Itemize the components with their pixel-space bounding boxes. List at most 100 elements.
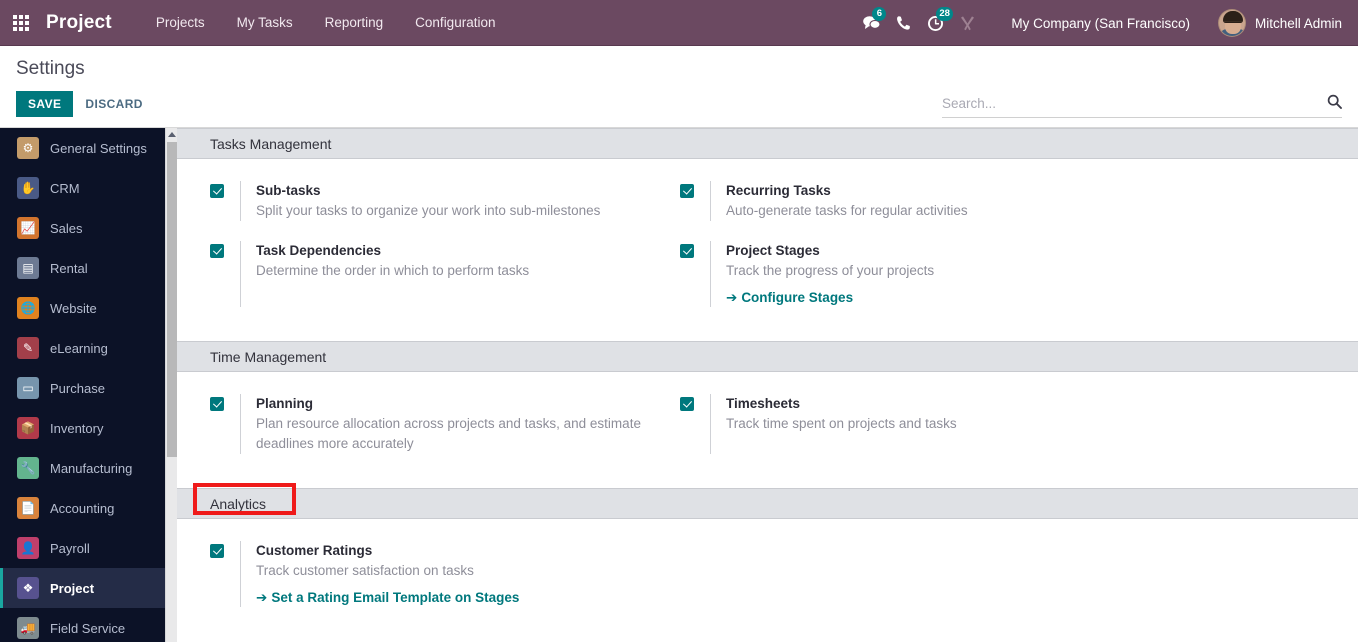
sidebar-item-label: Sales (50, 220, 83, 236)
checkbox-task-dependencies[interactable] (210, 244, 224, 258)
setting-description: Split your tasks to organize your work i… (256, 203, 601, 218)
sidebar-item-label: Payroll (50, 540, 90, 556)
setting-text: Customer Ratings Track customer satisfact… (240, 541, 519, 607)
setting-sub-tasks: Sub-tasks Split your tasks to organize yo… (210, 181, 680, 221)
checkbox-project-stages[interactable] (680, 244, 694, 258)
section-title: Analytics (210, 495, 267, 512)
setting-title[interactable]: Sub-tasks (256, 181, 600, 200)
setting-description: Auto-generate tasks for regular activiti… (726, 203, 968, 218)
phone-icon[interactable] (887, 0, 919, 46)
search-icon[interactable] (1327, 94, 1342, 112)
checkbox-customer-ratings[interactable] (210, 544, 224, 558)
sidebar-item-label: Manufacturing (50, 460, 133, 476)
section-title: Time Management (210, 348, 327, 365)
section-header-analytics: Analytics (177, 488, 1358, 519)
user-menu[interactable]: Mitchell Admin (1212, 9, 1350, 37)
sidebar-item-rental[interactable]: ▤ Rental (0, 248, 177, 288)
card-icon: ▭ (17, 377, 39, 399)
sidebar-item-label: Rental (50, 260, 88, 276)
page-title: Settings (16, 58, 85, 79)
setting-title[interactable]: Planning (256, 394, 646, 413)
nav-item-reporting[interactable]: Reporting (309, 0, 400, 46)
sidebar-item-label: CRM (50, 180, 80, 196)
top-navbar: Project Projects My Tasks Reporting Conf… (0, 0, 1358, 46)
setting-title[interactable]: Recurring Tasks (726, 181, 968, 200)
nav-item-projects[interactable]: Projects (140, 0, 221, 46)
sidebar-item-label: Project (50, 580, 95, 596)
sidebar-scroll-thumb[interactable] (167, 142, 177, 457)
invoice-icon: 📄 (17, 497, 39, 519)
wrench-icon: 🔧 (17, 457, 39, 479)
sidebar-item-accounting[interactable]: 📄 Accounting (0, 488, 177, 528)
section-header-tasks-management: Tasks Management (177, 128, 1358, 159)
graduation-icon: ✎ (17, 337, 39, 359)
setting-description: Track customer satisfaction on tasks (256, 563, 474, 578)
sidebar-item-elearning[interactable]: ✎ eLearning (0, 328, 177, 368)
checkbox-recurring-tasks[interactable] (680, 184, 694, 198)
settings-panel: Tasks Management Sub-tasks Split your task… (177, 128, 1358, 642)
arrow-right-icon: ➔ (726, 290, 738, 305)
setting-title[interactable]: Task Dependencies (256, 241, 529, 260)
sidebar-item-crm[interactable]: ✋ CRM (0, 168, 177, 208)
sidebar-item-label: Purchase (50, 380, 105, 396)
control-panel: Settings SAVE DISCARD (0, 46, 1358, 128)
setting-title[interactable]: Customer Ratings (256, 541, 519, 560)
save-button[interactable]: SAVE (16, 91, 74, 117)
apps-grid-icon[interactable] (0, 0, 42, 46)
sidebar-scrollbar[interactable] (165, 128, 177, 642)
activities-clock-icon[interactable]: 28 (919, 0, 953, 46)
sidebar-item-website[interactable]: 🌐 Website (0, 288, 177, 328)
nav-item-my-tasks[interactable]: My Tasks (221, 0, 309, 46)
setting-planning: Planning Plan resource allocation across … (210, 394, 680, 454)
box-icon: 📦 (17, 417, 39, 439)
checkbox-timesheets[interactable] (680, 397, 694, 411)
setting-timesheets: Timesheets Track time spent on projects a… (680, 394, 1150, 454)
sidebar-item-label: General Settings (50, 140, 147, 156)
sidebar-item-field-service[interactable]: 🚚 Field Service (0, 608, 177, 642)
setting-description: Track the progress of your projects (726, 263, 935, 278)
setting-description: Track time spent on projects and tasks (726, 416, 957, 431)
settings-sidebar: ⚙ General Settings ✋ CRM 📈 Sales ▤ Rental 🌐 Websi… (0, 128, 177, 642)
developer-tools-icon[interactable] (951, 0, 983, 46)
sidebar-item-label: Field Service (50, 620, 126, 636)
link-configure-stages[interactable]: ➔ Configure Stages (726, 290, 853, 306)
setting-text: Timesheets Track time spent on projects a… (710, 394, 957, 454)
employee-icon: 👤 (17, 537, 39, 559)
scroll-up-arrow-icon[interactable] (166, 128, 177, 141)
sidebar-item-payroll[interactable]: 👤 Payroll (0, 528, 177, 568)
sidebar-item-manufacturing[interactable]: 🔧 Manufacturing (0, 448, 177, 488)
setting-title[interactable]: Timesheets (726, 394, 957, 413)
nav-item-configuration[interactable]: Configuration (399, 0, 511, 46)
setting-text: Planning Plan resource allocation across … (240, 394, 646, 454)
sidebar-item-sales[interactable]: 📈 Sales (0, 208, 177, 248)
handshake-icon: ✋ (17, 177, 39, 199)
setting-task-dependencies: Task Dependencies Determine the order in … (210, 241, 680, 307)
discard-button[interactable]: DISCARD (73, 91, 154, 117)
search-input[interactable] (942, 95, 1327, 111)
sidebar-item-label: Accounting (50, 500, 115, 516)
calendar-icon: ▤ (17, 257, 39, 279)
app-brand-title[interactable]: Project (42, 12, 118, 34)
sidebar-item-inventory[interactable]: 📦 Inventory (0, 408, 177, 448)
setting-text: Project Stages Track the progress of your… (710, 241, 934, 307)
setting-project-stages: Project Stages Track the progress of your… (680, 241, 1150, 307)
sidebar-item-project[interactable]: ❖ Project (0, 568, 177, 608)
link-set-a-rating-email-template-on-stages[interactable]: ➔ Set a Rating Email Template on Stages (256, 590, 519, 606)
checkbox-planning[interactable] (210, 397, 224, 411)
sidebar-item-general-settings[interactable]: ⚙ General Settings (0, 128, 177, 168)
setting-title[interactable]: Project Stages (726, 241, 934, 260)
checkbox-sub-tasks[interactable] (210, 184, 224, 198)
sidebar-item-purchase[interactable]: ▭ Purchase (0, 368, 177, 408)
truck-icon: 🚚 (17, 617, 39, 639)
link-label: Set a Rating Email Template on Stages (271, 590, 520, 605)
messages-badge: 6 (872, 7, 887, 21)
section-body-tasks-management: Sub-tasks Split your tasks to organize yo… (177, 159, 1358, 341)
puzzle-icon: ❖ (17, 577, 39, 599)
company-switcher[interactable]: My Company (San Francisco) (997, 16, 1204, 31)
sidebar-app-list: ⚙ General Settings ✋ CRM 📈 Sales ▤ Rental 🌐 Websi… (0, 128, 177, 642)
navbar-right-tools: 6 28 My Company (San Francisco) Mitchell… (855, 0, 1350, 46)
main-nav-menu: Projects My Tasks Reporting Configuratio… (140, 0, 512, 46)
sidebar-item-label: eLearning (50, 340, 108, 356)
link-label: Configure Stages (741, 290, 854, 305)
messages-icon[interactable]: 6 (855, 0, 887, 46)
